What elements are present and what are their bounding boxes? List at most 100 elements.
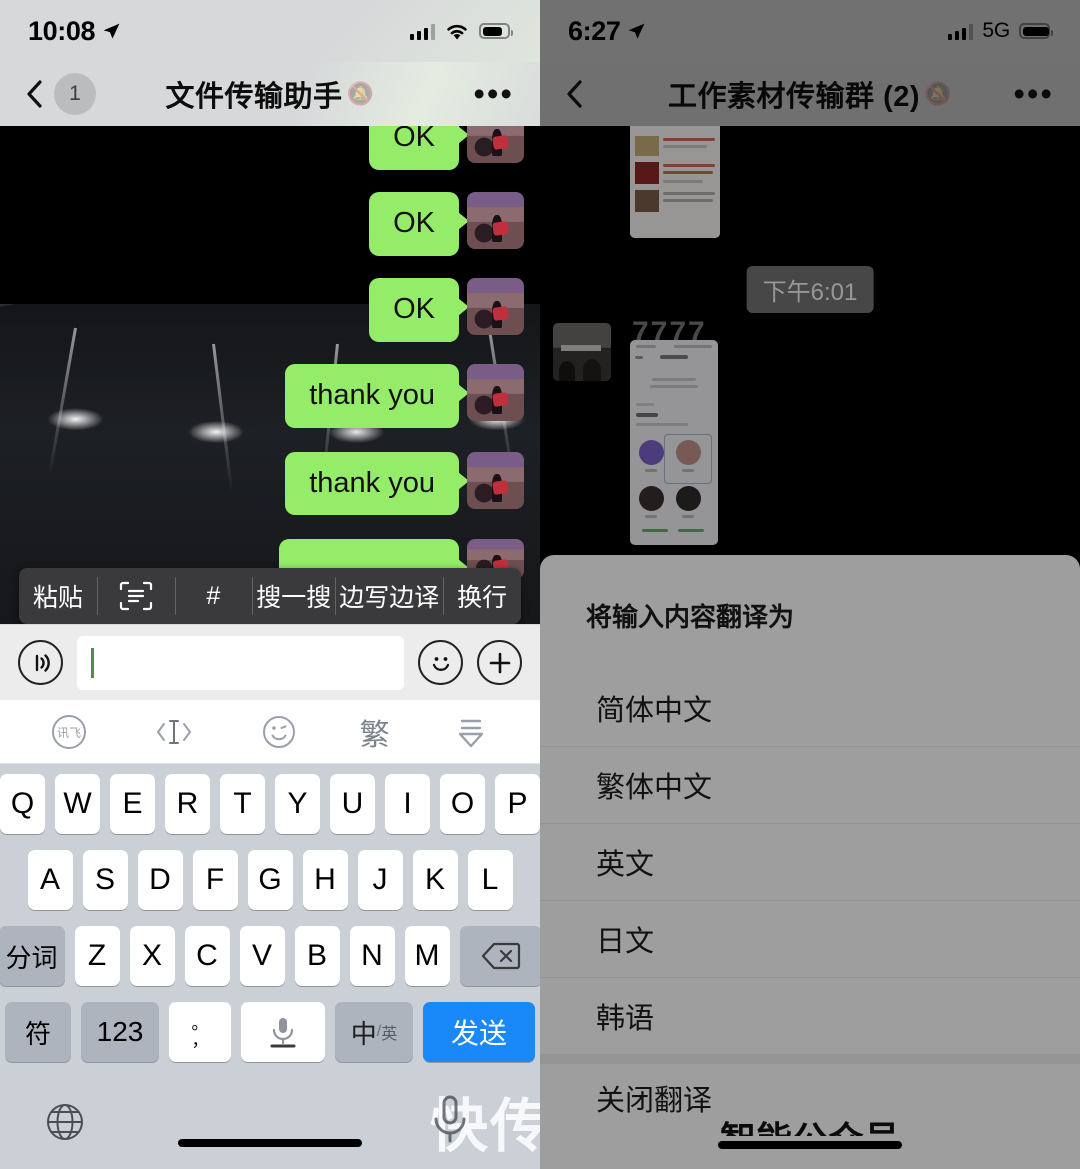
message-input[interactable] bbox=[77, 635, 404, 690]
timestamp-pill: 下午6:01 bbox=[746, 266, 874, 313]
avatar-thumb bbox=[676, 440, 701, 465]
toolbar-item-hash[interactable]: # bbox=[174, 568, 253, 624]
cursor-move-icon[interactable] bbox=[150, 715, 198, 749]
key-k[interactable]: K bbox=[412, 850, 458, 910]
ime-logo-icon[interactable]: 讯飞 bbox=[49, 712, 89, 752]
message-row: OK bbox=[0, 191, 524, 256]
key-p[interactable]: P bbox=[495, 774, 540, 834]
message-bubble[interactable]: OK bbox=[369, 126, 469, 170]
status-time: 10:08 bbox=[28, 15, 96, 46]
backspace-icon[interactable] bbox=[459, 926, 540, 986]
smiley-face-icon[interactable] bbox=[418, 640, 463, 685]
key-m[interactable]: M bbox=[404, 926, 450, 986]
image-message-thumbnail[interactable] bbox=[630, 340, 718, 545]
keyboard-toolbar: 讯飞 繁 bbox=[0, 700, 540, 764]
key-b[interactable]: B bbox=[294, 926, 340, 986]
key-w[interactable]: W bbox=[55, 774, 100, 834]
key-f[interactable]: F bbox=[192, 850, 238, 910]
key-x[interactable]: X bbox=[129, 926, 175, 986]
status-left-group: 10:08 bbox=[28, 16, 121, 47]
avatar-thumb bbox=[639, 440, 664, 465]
key-numbers[interactable]: 123 bbox=[81, 1002, 159, 1062]
avatar[interactable] bbox=[467, 363, 524, 421]
key-q[interactable]: Q bbox=[0, 774, 45, 834]
sheet-option-simplified-chinese[interactable]: 简体中文 bbox=[540, 670, 1080, 747]
image-message-thumbnail[interactable] bbox=[630, 126, 720, 238]
message-list: OK OK OK thank you thank you bbox=[0, 126, 540, 624]
key-j[interactable]: J bbox=[357, 850, 403, 910]
message-row: thank you bbox=[0, 451, 524, 516]
toolbar-item-newline[interactable]: 换行 bbox=[443, 568, 521, 624]
message-bubble[interactable]: thank you bbox=[285, 363, 469, 428]
voice-wave-icon[interactable] bbox=[18, 640, 63, 685]
avatar-thumb bbox=[639, 486, 664, 511]
key-symbols[interactable]: 符 bbox=[5, 1002, 71, 1062]
key-space[interactable] bbox=[241, 1002, 325, 1062]
key-h[interactable]: H bbox=[302, 850, 348, 910]
key-z[interactable]: Z bbox=[74, 926, 120, 986]
punct-top: 。 bbox=[191, 1014, 209, 1033]
left-chat-area: OK OK OK thank you thank you 粘贴 # 搜一搜 边写… bbox=[0, 126, 540, 624]
key-c[interactable]: C bbox=[184, 926, 230, 986]
message-bubble[interactable]: OK bbox=[369, 277, 469, 342]
toolbar-item-paste[interactable]: 粘贴 bbox=[19, 568, 97, 624]
traditional-chinese-toggle[interactable]: 繁 bbox=[360, 710, 390, 754]
key-language-toggle[interactable]: 中 / 英 bbox=[335, 1002, 413, 1062]
key-a[interactable]: A bbox=[27, 850, 73, 910]
key-punctuation[interactable]: 。 ， bbox=[169, 1002, 231, 1062]
emoji-wink-icon[interactable] bbox=[260, 713, 298, 751]
page-title: 工作素材传输群 (2) 🔕 bbox=[540, 73, 1080, 115]
key-s[interactable]: S bbox=[82, 850, 128, 910]
backspace-glyph bbox=[481, 942, 520, 970]
key-u[interactable]: U bbox=[330, 774, 375, 834]
dual-phone-screenshot: 10:08 1 文件传输助手 🔕 ••• OK OK OK thank you … bbox=[0, 0, 1080, 1169]
key-v[interactable]: V bbox=[239, 926, 285, 986]
message-bubble[interactable]: OK bbox=[369, 191, 469, 256]
key-n[interactable]: N bbox=[349, 926, 395, 986]
toolbar-item-scan[interactable] bbox=[96, 568, 175, 624]
more-options-button[interactable]: ••• bbox=[473, 77, 514, 110]
sheet-option-japanese[interactable]: 日文 bbox=[540, 901, 1080, 978]
mute-bell-icon: 🔕 bbox=[924, 81, 952, 106]
sheet-option-english[interactable]: 英文 bbox=[540, 824, 1080, 901]
text-cursor bbox=[91, 647, 94, 678]
plus-circle-icon[interactable] bbox=[477, 640, 522, 685]
sheet-footer: 智能公众号 bbox=[540, 1083, 1080, 1169]
key-y[interactable]: Y bbox=[275, 774, 320, 834]
sheet-option-traditional-chinese[interactable]: 繁体中文 bbox=[540, 747, 1080, 824]
collapse-keyboard-icon[interactable] bbox=[451, 713, 491, 751]
key-i[interactable]: I bbox=[385, 774, 430, 834]
avatar[interactable] bbox=[467, 126, 524, 163]
key-t[interactable]: T bbox=[220, 774, 265, 834]
smiley-glyph bbox=[432, 656, 449, 671]
globe-icon[interactable] bbox=[42, 1099, 88, 1145]
send-button[interactable]: 发送 bbox=[423, 1002, 535, 1062]
avatar[interactable] bbox=[467, 191, 524, 249]
avatar-thumb bbox=[676, 486, 701, 511]
left-nav-bar: 1 文件传输助手 🔕 ••• bbox=[0, 62, 540, 126]
sheet-option-korean[interactable]: 韩语 bbox=[540, 978, 1080, 1055]
key-g[interactable]: G bbox=[247, 850, 293, 910]
scan-text-icon bbox=[119, 581, 152, 611]
key-o[interactable]: O bbox=[440, 774, 485, 834]
key-e[interactable]: E bbox=[110, 774, 155, 834]
footer-watermark-text: 智能公众号 bbox=[719, 1119, 901, 1160]
message-bubble[interactable]: thank you bbox=[285, 451, 469, 516]
lang-main: 中 bbox=[350, 1018, 377, 1049]
toolbar-item-translate-while-typing[interactable]: 边写边译 bbox=[335, 568, 443, 624]
status-right-group bbox=[409, 22, 513, 41]
chat-title-text: 工作素材传输群 (2) bbox=[668, 81, 921, 113]
key-l[interactable]: L bbox=[467, 850, 513, 910]
cursor-move-glyph bbox=[157, 719, 192, 744]
more-options-button[interactable]: ••• bbox=[1013, 77, 1054, 110]
avatar[interactable] bbox=[467, 451, 524, 509]
left-phone-panel: 10:08 1 文件传输助手 🔕 ••• OK OK OK thank you … bbox=[0, 0, 540, 1169]
avatar[interactable] bbox=[467, 277, 524, 335]
toolbar-item-search[interactable]: 搜一搜 bbox=[252, 568, 335, 624]
status-time: 6:27 bbox=[568, 15, 621, 46]
key-word-split[interactable]: 分词 bbox=[0, 926, 65, 986]
home-indicator bbox=[718, 1141, 902, 1149]
key-d[interactable]: D bbox=[137, 850, 183, 910]
key-r[interactable]: R bbox=[165, 774, 210, 834]
sender-avatar[interactable] bbox=[553, 323, 611, 381]
